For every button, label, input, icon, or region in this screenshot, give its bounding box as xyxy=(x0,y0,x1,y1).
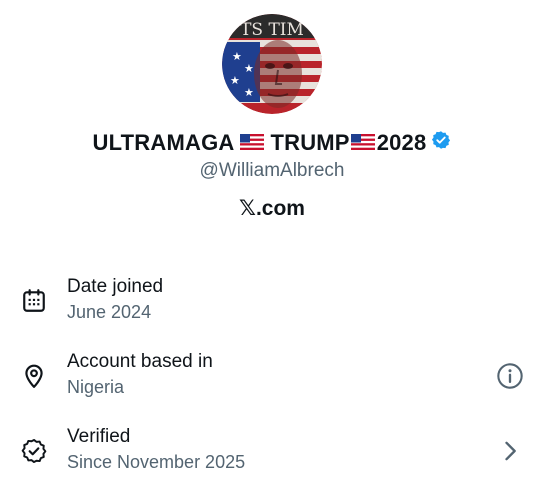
display-name-part1: ULTRAMAGA xyxy=(92,130,235,155)
location-pin-icon xyxy=(21,363,47,389)
avatar-text: TS TIM xyxy=(240,20,304,40)
display-name: ULTRAMAGA TRUMP 2028 xyxy=(0,128,544,158)
verified-badge-icon xyxy=(21,438,47,464)
svg-text:★: ★ xyxy=(244,63,254,75)
account-based-in-row: Account based in Nigeria xyxy=(0,349,544,409)
user-handle[interactable]: @WilliamAlbrech xyxy=(0,160,544,182)
verified-label: Verified xyxy=(67,426,131,447)
svg-text:★: ★ xyxy=(232,51,242,63)
date-joined-row: Date joined June 2024 xyxy=(0,274,544,334)
svg-text:★: ★ xyxy=(230,75,240,87)
us-flag-icon xyxy=(350,130,375,156)
us-flag-icon xyxy=(240,130,265,156)
svg-text:★: ★ xyxy=(244,87,254,99)
display-name-part2: TRUMP xyxy=(270,130,350,155)
profile-avatar[interactable]: ★ ★ ★ ★ TS TIM xyxy=(222,14,322,114)
site-label: 𝕏.com xyxy=(239,197,305,220)
info-icon[interactable] xyxy=(496,362,524,390)
calendar-icon xyxy=(21,288,47,314)
date-joined-label: Date joined xyxy=(67,276,164,297)
account-based-in-value: Nigeria xyxy=(67,377,125,397)
verified-value: Since November 2025 xyxy=(67,452,246,472)
chevron-right-icon[interactable] xyxy=(496,437,524,465)
verified-check-icon[interactable] xyxy=(431,130,451,156)
verified-row[interactable]: Verified Since November 2025 xyxy=(0,424,544,484)
date-joined-value: June 2024 xyxy=(67,302,152,322)
account-based-in-label: Account based in xyxy=(67,351,213,372)
display-name-part3: 2028 xyxy=(376,130,427,155)
